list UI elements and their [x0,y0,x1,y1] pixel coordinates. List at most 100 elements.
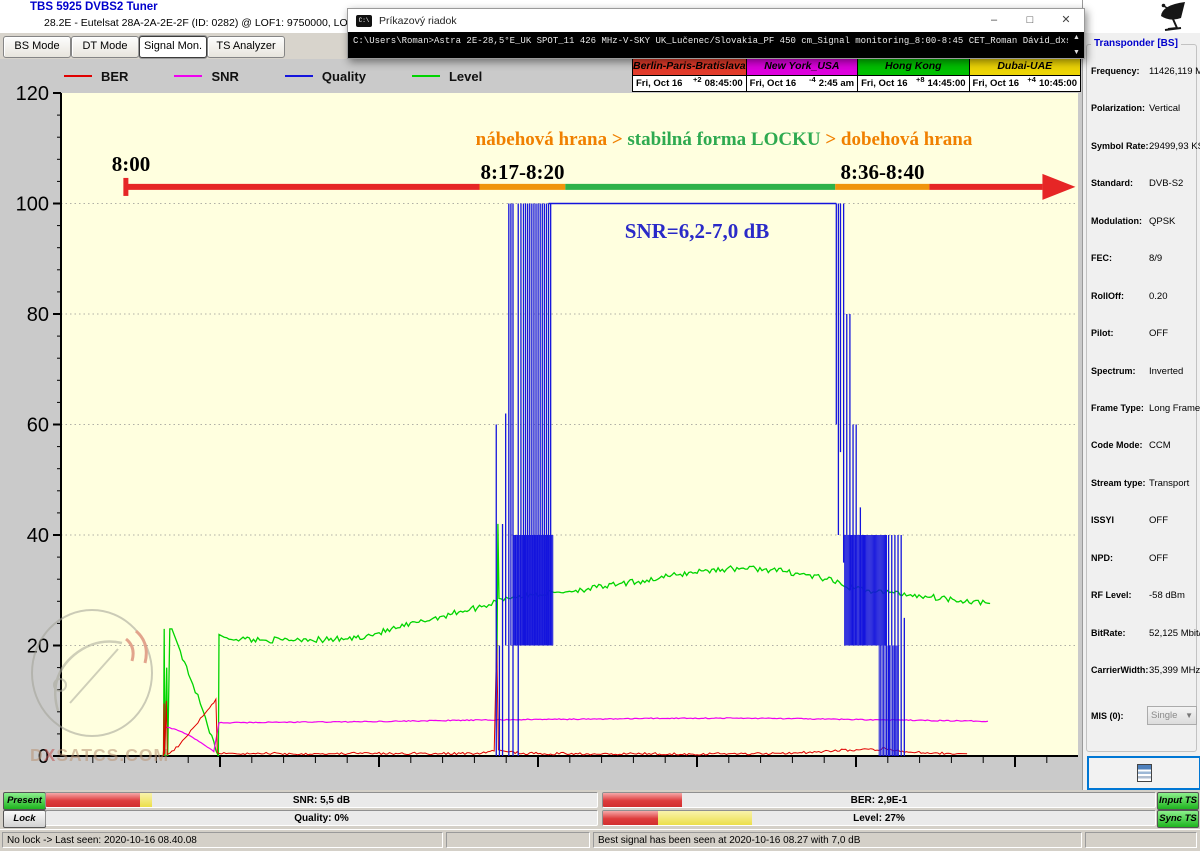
legend-item-ber: BER [64,69,128,84]
progress-bar-label: SNR: 5,5 dB [46,793,597,807]
transponder-row-value: Inverted [1149,366,1183,377]
legend-swatch-quality [285,75,313,77]
cmd-console[interactable]: C:\Users\Roman>Astra 2E-28,5°E_UK SPOT_1… [348,32,1084,58]
cmd-window-title: Príkazový riadok [379,15,976,27]
transponder-row: NPD:OFF [1091,553,1197,590]
transponder-group-title: Transponder [BS] [1091,38,1181,49]
clock-time-row: Fri, Oct 16+410:45:00 [970,76,1080,91]
clock-berlin-paris-bratislava: Berlin-Paris-Bratislava Fri, Oct 16+208:4… [632,57,747,92]
y-axis-label: 40 [27,525,49,547]
status-lock-text: No lock -> Last seen: 2020-10-16 08.40.0… [2,832,443,848]
clock-dubai-uae: Dubai-UAEFri, Oct 16+410:45:00 [970,57,1081,92]
app-title: TBS 5925 DVBS2 Tuner [30,1,158,13]
progress-bar: BER: 2,9E-1 [602,792,1156,808]
transponder-row: Spectrum:Inverted [1091,366,1197,403]
app-window: TBS 5925 DVBS2 Tuner 28.2E - Eutelsat 28… [0,0,1200,850]
progress-bar: Level: 27% [602,810,1156,826]
world-clocks: Berlin-Paris-BratislavaFri, Oct 16+208:4… [632,57,1081,92]
progress-bar-label: Quality: 0% [46,811,597,825]
clock-time: 14:45:00 [928,78,966,89]
phase-segment: dobehová hrana [841,129,972,150]
start-time-label: 8:00 [96,152,166,177]
legend-label: Level [449,69,482,84]
cmd-title-bar[interactable]: C:\ Príkazový riadok – □ ✕ [348,9,1084,32]
phase-segment: stabilná forma LOCKU [627,129,820,150]
transponder-row-label: Code Mode: [1091,440,1149,450]
legend-swatch-ber [64,75,92,77]
transponder-row-value: OFF [1149,328,1168,339]
cmd-text: C:\Users\Roman>Astra 2E-28,5°E_UK SPOT_1… [353,36,1068,46]
scroll-down-icon[interactable]: ▼ [1073,48,1080,57]
minimize-icon[interactable]: – [976,9,1012,32]
clock-date: Fri, Oct 16 [861,78,916,89]
chevron-down-icon: ▼ [1185,711,1193,720]
clock-new-york-usa: New York_USAFri, Oct 16-42:45 am [747,57,858,92]
tab-dt-mode[interactable]: DT Mode [71,36,139,58]
mis-row: MIS (0): Single ▼ [1091,706,1197,725]
transponder-row: ISSYIOFF [1091,515,1197,552]
clock-time-row: Fri, Oct 16+814:45:00 [858,76,968,91]
transponder-row: Stream type:Transport [1091,478,1197,515]
lock-out-time-label: 8:36-8:40 [812,160,953,185]
clock-utc-offset: +8 [916,75,925,84]
cmd-icon: C:\ [356,15,372,27]
tab-ts-analyzer-ok-[interactable]: TS Analyzer (OK) [207,36,285,58]
clock-city-label: New York_USA [747,58,857,76]
transponder-row-label: NPD: [1091,553,1149,563]
transponder-row-label: FEC: [1091,253,1149,263]
transponder-row-label: BitRate: [1091,628,1149,638]
clock-time-row: Fri, Oct 16-42:45 am [747,76,857,91]
transponder-row-value: Vertical [1149,103,1180,114]
stream-list-button[interactable] [1087,756,1200,790]
present-indicator[interactable]: Present [3,792,46,810]
tab-signal-mon-[interactable]: Signal Mon. [139,36,207,58]
transponder-row: Pilot:OFF [1091,328,1197,365]
transponder-row-label: Pilot: [1091,328,1149,338]
input-ts-indicator[interactable]: Input TS [1157,792,1199,810]
clock-date: Fri, Oct 16 [636,78,693,89]
transponder-row-label: Frequency: [1091,66,1149,76]
status-panel-4 [1085,832,1197,848]
clock-city-label: Dubai-UAE [970,58,1080,76]
transponder-row: RF Level:-58 dBm [1091,590,1197,627]
lock-indicator[interactable]: Lock [3,810,46,828]
signal-status-rows: PresentSNR: 5,5 dB BER: 2,9E-1Input TS Loc… [0,790,1200,829]
phase-annotation: nábehová hrana > stabilná forma LOCKU > … [400,129,1048,151]
transponder-row: RollOff:0.20 [1091,291,1197,328]
tab-bs-mode[interactable]: BS Mode [3,36,71,58]
clock-utc-offset: +2 [693,75,702,84]
transponder-row-label: Frame Type: [1091,403,1149,413]
clock-city-label: Berlin-Paris-Bratislava [633,58,746,76]
clock-time: 08:45:00 [705,78,743,89]
clock-utc-offset: -4 [809,75,816,84]
legend-item-snr: SNR [174,69,238,84]
transponder-row-label: Symbol Rate: [1091,141,1149,151]
progress-bar-label: BER: 2,9E-1 [603,793,1155,807]
transponder-row-label: RF Level: [1091,590,1149,600]
timeline-start-tick [123,178,128,196]
status-best-signal-text: Best signal has been seen at 2020-10-16 … [593,832,1082,848]
transponder-row-value: 0.20 [1149,291,1168,302]
sidebar-header [1083,0,1200,33]
mis-dropdown[interactable]: Single ▼ [1147,706,1197,725]
legend-swatch-level [412,75,440,77]
y-axis-label: 100 [16,194,49,216]
cmd-scrollbar[interactable]: ▲ ▼ [1070,33,1083,57]
clock-time: 2:45 am [819,78,854,89]
phase-segment: > [607,129,627,150]
maximize-icon[interactable]: □ [1012,9,1048,32]
transponder-row-value: CCM [1149,440,1171,451]
transponder-row: Symbol Rate:29499,93 KS/s [1091,141,1197,178]
transponder-row: FEC:8/9 [1091,253,1197,290]
y-axis-label: 120 [16,83,49,105]
legend-label: Quality [322,69,366,84]
close-icon[interactable]: ✕ [1048,9,1084,32]
transponder-row-label: Stream type: [1091,478,1149,488]
sync-ts-indicator[interactable]: Sync TS [1157,810,1199,828]
transponder-row-label: CarrierWidth: [1091,665,1149,675]
lock-in-time-label: 8:17-8:20 [452,160,593,185]
progress-bar: Quality: 0% [45,810,598,826]
snr-annotation: SNR=6,2-7,0 dB [607,219,787,244]
clock-time: 10:45:00 [1039,78,1077,89]
scroll-up-icon[interactable]: ▲ [1073,33,1080,42]
